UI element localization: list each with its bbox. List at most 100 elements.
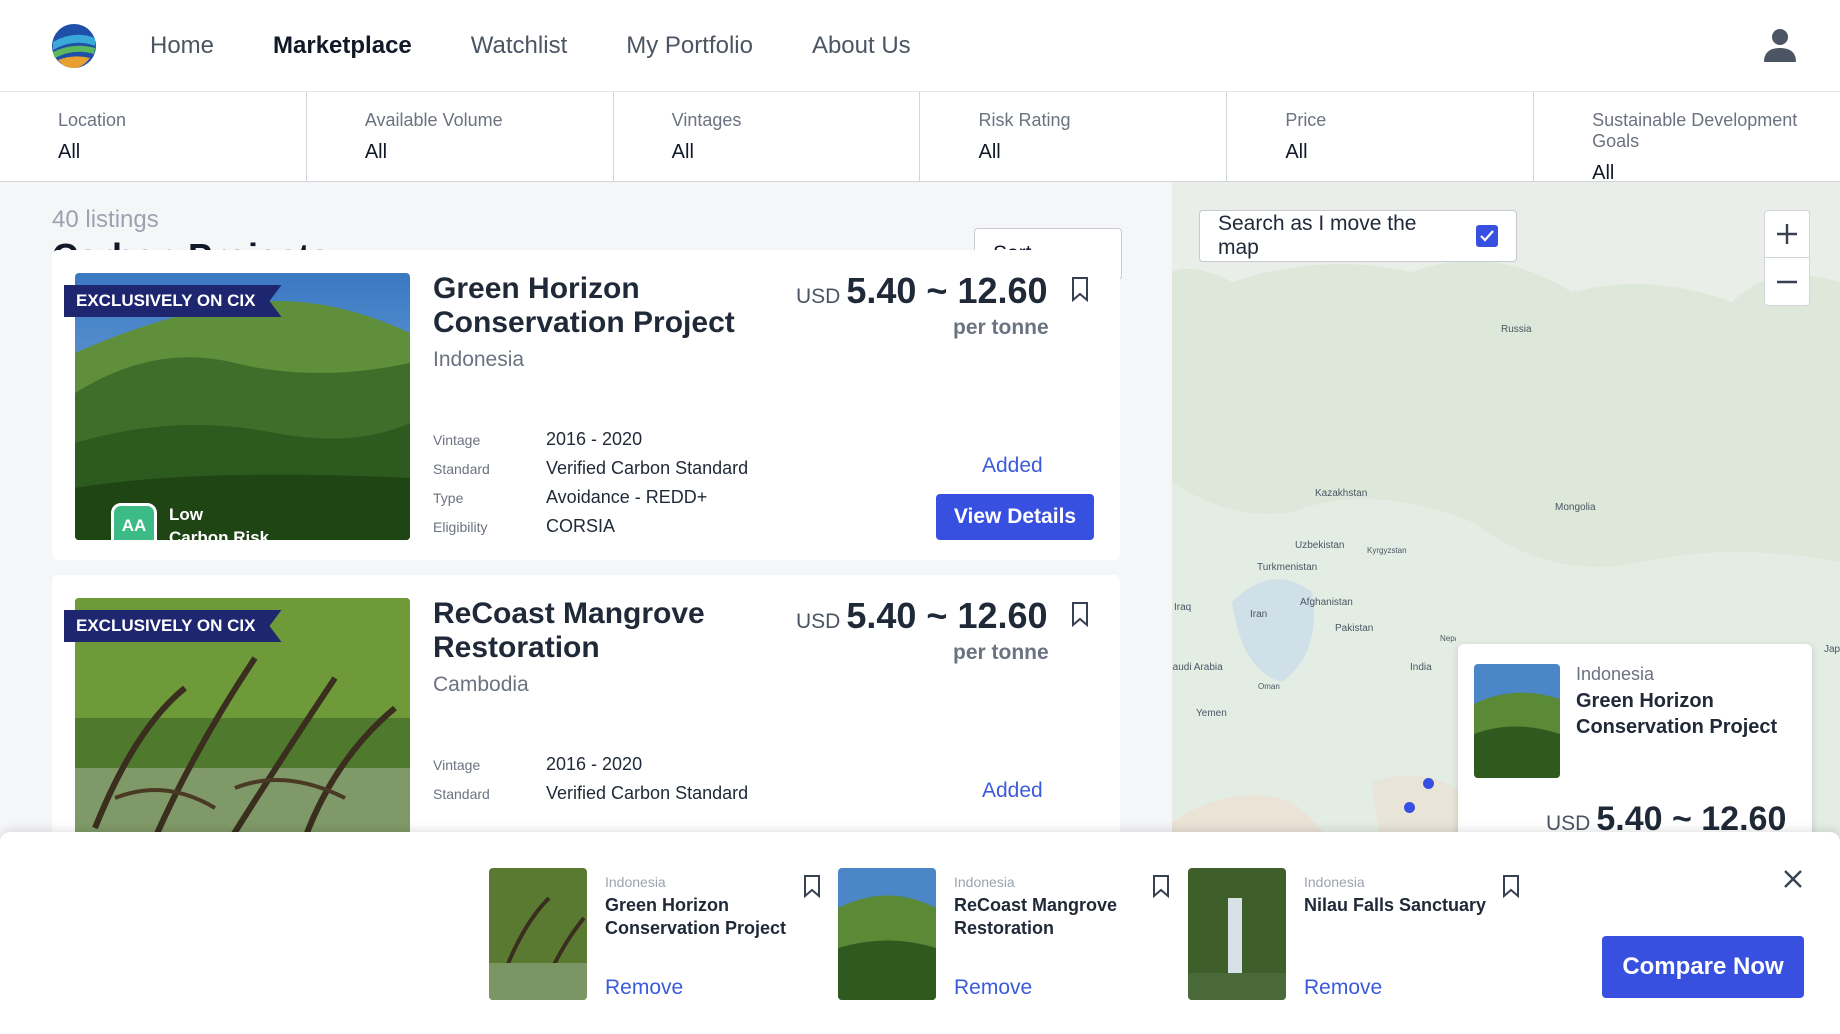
filter-available-volume[interactable]: Available Volume All [307, 92, 614, 181]
map-label-iraq: Iraq [1174, 602, 1192, 613]
zoom-out-button[interactable] [1765, 258, 1809, 305]
map-popup-card[interactable]: Indonesia Green Horizon Conservation Pro… [1458, 644, 1812, 844]
compare-item: Indonesia Nilau Falls Sanctuary Remove [1188, 868, 1520, 1002]
filter-price[interactable]: Price All [1227, 92, 1535, 181]
zoom-controls [1764, 210, 1810, 306]
filter-value: All [978, 141, 1001, 163]
project-country: Indonesia [433, 348, 525, 371]
close-icon[interactable] [1782, 868, 1804, 890]
compare-item: Indonesia Green Horizon Conservation Pro… [489, 868, 821, 1002]
search-as-move-toggle[interactable]: Search as I move the map [1199, 210, 1517, 262]
filter-value: All [58, 141, 81, 163]
added-to-compare-link[interactable]: Added [982, 779, 1043, 803]
spec-key: Vintage [433, 431, 481, 448]
spec-value: CORSIA [546, 516, 616, 536]
nav-about-us[interactable]: About Us [812, 32, 911, 60]
spec-row: Vintage 2016 - 2020 [433, 750, 748, 779]
map-label-afghanistan: Afghanistan [1300, 597, 1353, 608]
compare-item-name: Green Horizon Conservation Project [605, 895, 787, 938]
map-label-russia: Russia [1501, 324, 1532, 335]
listing-count: 40 listings [52, 206, 159, 233]
plus-icon [1777, 224, 1797, 244]
map-label-uzbekistan: Uzbekistan [1295, 540, 1345, 551]
map-label-india: India [1410, 662, 1432, 673]
filter-risk-rating[interactable]: Risk Rating All [920, 92, 1228, 181]
project-country: Cambodia [433, 673, 529, 696]
compare-item-name: Nilau Falls Sanctuary [1304, 895, 1487, 915]
exclusive-ribbon: EXCLUSIVELY ON CIX [64, 285, 282, 317]
filter-label: Vintages [671, 110, 742, 130]
map-label-yemen: Yemen [1196, 708, 1227, 719]
price-unit: per tonne [953, 316, 1049, 339]
nav-my-portfolio[interactable]: My Portfolio [626, 32, 753, 60]
view-details-button[interactable]: View Details [936, 494, 1094, 540]
map-label-iran: Iran [1250, 609, 1268, 620]
spec-value: Avoidance - REDD+ [546, 487, 708, 507]
nav-watchlist[interactable]: Watchlist [471, 32, 567, 60]
map-label-kazakhstan: Kazakhstan [1315, 488, 1368, 499]
logo-icon[interactable] [50, 22, 98, 70]
exclusive-ribbon: EXCLUSIVELY ON CIX [64, 610, 282, 642]
added-to-compare-link[interactable]: Added [982, 454, 1043, 478]
bookmark-icon[interactable] [1152, 874, 1170, 898]
compare-remove-link[interactable]: Remove [954, 976, 1032, 1000]
project-name[interactable]: Green Horizon Conservation Project [433, 272, 763, 340]
spec-value: Verified Carbon Standard [546, 458, 749, 478]
map-label-nepal: Nepal [1440, 634, 1456, 643]
spec-row: Type Avoidance - REDD+ [433, 483, 748, 512]
spec-key: Eligibility [433, 518, 488, 535]
spec-value: Verified Carbon Standard [546, 783, 749, 803]
spec-key: Vintage [433, 756, 481, 773]
map-marker[interactable] [1404, 802, 1415, 813]
map-label-pakistan: Pakistan [1335, 623, 1374, 634]
user-icon[interactable] [1760, 24, 1800, 64]
spec-key: Type [433, 489, 464, 506]
map-label-kyrgyzstan: Kyrgyzstan [1367, 546, 1407, 555]
filter-sdg[interactable]: Sustainable Development Goals All [1534, 92, 1840, 184]
filter-vintages[interactable]: Vintages All [614, 92, 921, 181]
bookmark-icon[interactable] [1502, 874, 1520, 898]
risk-caption: Carbon Risk [169, 528, 270, 540]
top-nav: Home Marketplace Watchlist My Portfolio … [0, 0, 1840, 92]
filter-location[interactable]: Location All [0, 92, 307, 181]
bookmark-icon[interactable] [1070, 601, 1090, 627]
nav-marketplace[interactable]: Marketplace [273, 32, 412, 60]
map-popup-name[interactable]: Green Horizon Conservation Project [1576, 688, 1796, 740]
filter-label: Sustainable Development Goals [1592, 110, 1798, 151]
compare-item: Indonesia ReCoast Mangrove Restoration R… [838, 868, 1170, 1002]
bookmark-icon[interactable] [803, 874, 821, 898]
bookmark-icon[interactable] [1070, 276, 1090, 302]
filter-label: Available Volume [364, 110, 503, 130]
compare-now-button[interactable]: Compare Now [1602, 936, 1804, 998]
compare-remove-link[interactable]: Remove [1304, 976, 1382, 1000]
checkbox-checked-icon[interactable] [1476, 225, 1498, 247]
price-currency: USD [796, 610, 841, 633]
project-card[interactable]: AA Low Carbon Risk EXCLUSIVELY ON CIX Gr… [52, 250, 1120, 560]
price-amount: 5.40 ~ 12.60 [846, 270, 1048, 311]
compare-item-image [838, 868, 936, 1000]
compare-item-image [489, 868, 587, 1000]
spec-row: Vintage 2016 - 2020 [433, 425, 748, 454]
filter-value: All [364, 141, 388, 163]
spec-value: 2016 - 2020 [546, 754, 643, 774]
map-label-turkmenistan: Turkmenistan [1257, 562, 1318, 573]
compare-tray: Indonesia Green Horizon Conservation Pro… [0, 832, 1840, 1034]
spec-row: Standard Verified Carbon Standard [433, 779, 748, 808]
map-label-mongolia: Mongolia [1555, 502, 1596, 513]
map-marker[interactable] [1423, 778, 1434, 789]
project-name[interactable]: ReCoast Mangrove Restoration [433, 597, 763, 665]
spec-row: Standard Verified Carbon Standard [433, 454, 748, 483]
filter-label: Risk Rating [978, 110, 1071, 130]
compare-remove-link[interactable]: Remove [605, 976, 683, 1000]
filter-label: Price [1285, 110, 1327, 130]
risk-badge: AA [111, 503, 157, 540]
map-label-oman: Oman [1258, 682, 1280, 691]
risk-rating: AA Low Carbon Risk [111, 503, 269, 540]
price-range: USD 5.40 ~ 12.60 [796, 595, 1048, 637]
zoom-in-button[interactable] [1765, 211, 1809, 258]
project-specs: Vintage 2016 - 2020 Standard Verified Carb… [433, 750, 748, 808]
nav-home[interactable]: Home [150, 32, 214, 60]
map-popup-country: Indonesia [1576, 664, 1655, 684]
filter-value: All [671, 141, 694, 163]
spec-key: Standard [433, 785, 490, 802]
